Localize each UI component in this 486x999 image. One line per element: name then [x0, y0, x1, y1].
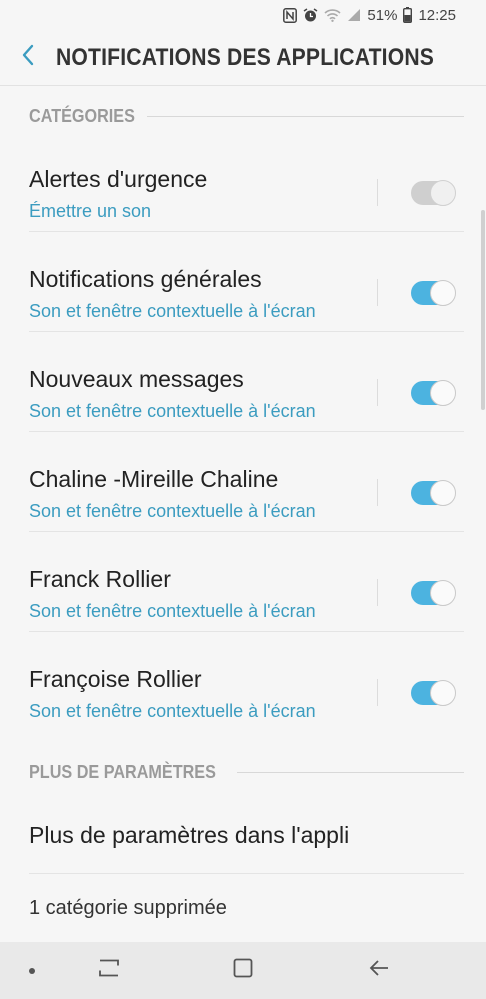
row-divider — [377, 579, 378, 606]
recent-apps-icon — [98, 959, 120, 982]
row-divider — [377, 479, 378, 506]
row-divider — [377, 279, 378, 306]
toggle-knob — [430, 580, 456, 606]
toggle-knob — [430, 280, 456, 306]
deleted-categories-label: 1 catégorie supprimée — [29, 897, 227, 919]
category-row[interactable]: Françoise Rollier Son et fenêtre context… — [29, 632, 464, 732]
back-button[interactable] — [0, 30, 56, 86]
nfc-icon — [283, 7, 298, 23]
section-divider — [146, 115, 464, 117]
battery-percent: 51% — [367, 6, 398, 24]
recent-apps-button[interactable] — [88, 942, 130, 999]
back-nav-button[interactable] — [358, 942, 400, 999]
category-subtitle: Son et fenêtre contextuelle à l'écran — [29, 301, 316, 321]
page-title: NOTIFICATIONS DES APPLICATIONS — [56, 43, 435, 71]
category-row[interactable]: Notifications générales Son et fenêtre c… — [29, 232, 464, 332]
section-divider — [236, 771, 464, 773]
app-bar: NOTIFICATIONS DES APPLICATIONS — [0, 30, 486, 86]
category-subtitle: Émettre un son — [29, 201, 152, 221]
category-toggle[interactable] — [411, 380, 456, 406]
category-list: Alertes d'urgence Émettre un son Notific… — [0, 132, 486, 732]
section-header-categories: CATÉGORIES — [29, 104, 464, 128]
category-title: Franck Rollier — [29, 566, 171, 592]
category-subtitle: Son et fenêtre contextuelle à l'écran — [29, 601, 316, 621]
dot-icon — [28, 962, 36, 980]
category-title: Alertes d'urgence — [29, 166, 208, 192]
category-row[interactable]: Alertes d'urgence Émettre un son — [29, 132, 464, 232]
in-app-settings-label: Plus de paramètres dans l'appli — [29, 822, 350, 848]
home-icon — [233, 958, 253, 983]
toggle-knob — [430, 180, 456, 206]
category-toggle[interactable] — [411, 580, 456, 606]
category-subtitle: Son et fenêtre contextuelle à l'écran — [29, 701, 316, 721]
category-toggle[interactable] — [411, 280, 456, 306]
toggle-knob — [430, 480, 456, 506]
wifi-icon — [324, 8, 341, 22]
category-title: Notifications générales — [29, 266, 262, 292]
status-bar: 51% 12:25 — [0, 0, 486, 30]
category-subtitle: Son et fenêtre contextuelle à l'écran — [29, 401, 316, 421]
section-header-more-settings: PLUS DE PARAMÈTRES — [29, 760, 464, 784]
navigation-bar — [0, 942, 486, 999]
category-title: Françoise Rollier — [29, 666, 202, 692]
category-title: Chaline -Mireille Chaline — [29, 466, 279, 492]
category-toggle[interactable] — [411, 680, 456, 706]
alarm-icon — [303, 7, 318, 23]
scrollbar[interactable] — [481, 210, 485, 410]
battery-icon — [403, 7, 413, 23]
home-button[interactable] — [222, 942, 264, 999]
section-label: PLUS DE PARAMÈTRES — [29, 761, 216, 782]
toggle-knob — [430, 380, 456, 406]
deleted-categories-item[interactable]: 1 catégorie supprimée — [29, 897, 464, 927]
category-subtitle: Son et fenêtre contextuelle à l'écran — [29, 501, 316, 521]
chevron-left-icon — [21, 44, 35, 71]
category-toggle[interactable] — [411, 480, 456, 506]
category-row[interactable]: Nouveaux messages Son et fenêtre context… — [29, 332, 464, 432]
row-divider — [377, 179, 378, 206]
row-divider — [377, 379, 378, 406]
section-label: CATÉGORIES — [29, 105, 135, 126]
row-divider — [377, 679, 378, 706]
toggle-knob — [430, 680, 456, 706]
category-row[interactable]: Chaline -Mireille Chaline Son et fenêtre… — [29, 432, 464, 532]
signal-icon — [347, 8, 361, 22]
back-arrow-icon — [368, 959, 390, 982]
dot-button[interactable] — [16, 942, 48, 999]
category-toggle[interactable] — [411, 180, 456, 206]
in-app-settings-item[interactable]: Plus de paramètres dans l'appli — [29, 822, 464, 874]
category-title: Nouveaux messages — [29, 366, 244, 392]
category-row[interactable]: Franck Rollier Son et fenêtre contextuel… — [29, 532, 464, 632]
clock: 12:25 — [418, 6, 456, 24]
